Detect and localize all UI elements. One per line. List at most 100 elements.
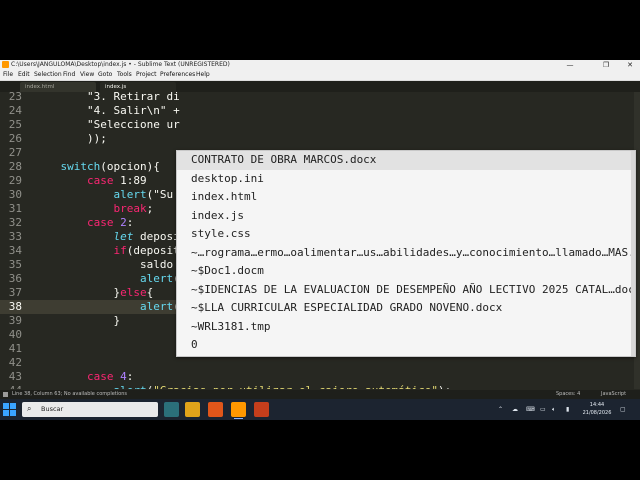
cloud-icon[interactable]: ☁ bbox=[512, 399, 518, 420]
close-button[interactable]: ✕ bbox=[620, 60, 640, 70]
code-text: } bbox=[34, 314, 120, 328]
line-number: 29 bbox=[8, 174, 22, 187]
screen: C:\Users\JANGULOMA\Desktop\index.js • - … bbox=[0, 60, 640, 420]
completion-item[interactable]: index.js bbox=[177, 207, 635, 226]
code-token: } bbox=[34, 314, 121, 327]
code-text: break; bbox=[34, 202, 153, 216]
menu-file[interactable]: File bbox=[3, 70, 13, 80]
status-indentation[interactable]: Spaces: 4 bbox=[556, 390, 580, 399]
popup-scrollbar[interactable] bbox=[631, 151, 635, 356]
menu-bar: File Edit Selection Find View Goto Tools… bbox=[0, 70, 640, 81]
completion-item[interactable]: style.css bbox=[177, 225, 635, 244]
panel-toggle-icon[interactable] bbox=[3, 392, 8, 397]
tray-chevron-icon[interactable]: ⌃ bbox=[498, 399, 503, 420]
code-text: )); bbox=[34, 132, 107, 146]
menu-goto[interactable]: Goto bbox=[98, 70, 112, 80]
code-text: saldo bbox=[34, 258, 173, 272]
task-view-icon[interactable] bbox=[164, 402, 179, 417]
code-line[interactable]: 23 "3. Retirar di bbox=[0, 92, 640, 104]
code-token: : bbox=[126, 370, 134, 383]
code-text: case 1:89 bbox=[34, 174, 147, 188]
code-token: "Gracias por utilizar el cajero automáti… bbox=[153, 384, 438, 389]
code-text: let deposi bbox=[34, 230, 180, 244]
code-text: "Seleccione ur bbox=[34, 118, 180, 132]
code-line[interactable]: 42 bbox=[0, 356, 640, 370]
window-title: C:\Users\JANGULOMA\Desktop\index.js • - … bbox=[11, 61, 230, 68]
menu-edit[interactable]: Edit bbox=[18, 70, 30, 80]
code-token: break bbox=[113, 202, 147, 215]
search-icon: ⌕ bbox=[27, 404, 32, 413]
completion-item[interactable]: ~$LLA CURRICULAR ESPECIALIDAD GRADO NOVE… bbox=[177, 299, 635, 318]
menu-project[interactable]: Project bbox=[136, 70, 157, 80]
battery-icon[interactable]: ▮ bbox=[566, 399, 569, 420]
status-syntax[interactable]: JavaScript bbox=[601, 390, 626, 399]
code-token: 2 bbox=[120, 216, 127, 229]
autocomplete-popup[interactable]: 0 ~WRL3181.tmp ~$LLA CURRICULAR ESPECIALID… bbox=[176, 150, 636, 357]
completion-item[interactable]: 0 bbox=[177, 336, 635, 355]
code-text: }else{ bbox=[34, 286, 153, 300]
notifications-icon[interactable]: ▢ bbox=[620, 399, 626, 420]
tab-index-html[interactable]: index.html bbox=[20, 82, 96, 92]
code-token: case bbox=[86, 174, 114, 187]
code-token: } bbox=[34, 286, 121, 299]
windows-start-icon[interactable] bbox=[3, 403, 17, 416]
minimize-button[interactable]: — bbox=[560, 60, 580, 70]
code-line[interactable]: 25 "Seleccione ur bbox=[0, 118, 640, 132]
title-bar: C:\Users\JANGULOMA\Desktop\index.js • - … bbox=[0, 60, 640, 70]
completion-item[interactable]: ~…rograma…ermo…oalimentar…us…abilidades…… bbox=[177, 244, 635, 263]
completion-item[interactable]: ~WRL3181.tmp bbox=[177, 318, 635, 337]
code-line[interactable]: 24 "4. Salir\n" + bbox=[0, 104, 640, 118]
completion-item[interactable]: desktop.ini bbox=[177, 170, 635, 189]
network-icon[interactable]: ▭ bbox=[540, 399, 546, 420]
keyboard-icon[interactable]: ⌨ bbox=[526, 399, 535, 420]
sublime-text-icon[interactable] bbox=[231, 402, 246, 419]
completion-item[interactable]: ~$IDENCIAS DE LA EVALUACION DE DESEMPEÑO… bbox=[177, 281, 635, 300]
taskbar-search[interactable]: ⌕ Buscar bbox=[22, 402, 158, 417]
line-number: 44 bbox=[0, 384, 22, 389]
line-number: 27 bbox=[8, 146, 22, 159]
code-line[interactable]: 44 alert("Gracias por utilizar el cajero… bbox=[0, 384, 640, 389]
completion-item[interactable]: index.html bbox=[177, 188, 635, 207]
code-text: switch(opcion){ bbox=[34, 160, 159, 174]
powerpoint-icon[interactable] bbox=[254, 402, 269, 417]
completion-item[interactable]: ~$Doc1.docm bbox=[177, 262, 635, 281]
maximize-button[interactable]: ❐ bbox=[596, 60, 616, 70]
line-number: 32 bbox=[8, 216, 22, 229]
clock-time: 14:44 bbox=[589, 402, 605, 408]
menu-selection[interactable]: Selection bbox=[34, 70, 62, 80]
code-line[interactable]: 26 )); bbox=[0, 132, 640, 146]
clock-date: 21/08/2026 bbox=[582, 410, 612, 416]
code-token: ); bbox=[438, 384, 451, 389]
search-placeholder: Buscar bbox=[41, 405, 64, 413]
code-token: case bbox=[86, 216, 114, 229]
menu-preferences[interactable]: Preferences bbox=[160, 70, 195, 80]
line-number: 34 bbox=[8, 244, 22, 257]
menu-find[interactable]: Find bbox=[63, 70, 75, 80]
clock[interactable]: 14:44 21/08/2026 bbox=[582, 401, 612, 417]
firefox-icon[interactable] bbox=[208, 402, 223, 417]
completion-item[interactable]: CONTRATO DE OBRA MARCOS.docx bbox=[177, 151, 635, 170]
chrome-icon[interactable] bbox=[185, 402, 200, 417]
code-line[interactable]: 43 case 4: bbox=[0, 370, 640, 384]
line-number: 25 bbox=[8, 118, 22, 131]
code-token: switch bbox=[34, 160, 101, 173]
volume-icon[interactable]: 🔈︎ bbox=[552, 399, 556, 420]
status-position: Line 38, Column 63; No available complet… bbox=[12, 391, 127, 397]
menu-tools[interactable]: Tools bbox=[117, 70, 132, 80]
code-token: 4 bbox=[120, 370, 127, 383]
code-token: deposi bbox=[133, 230, 180, 243]
sublime-app-icon bbox=[2, 61, 9, 68]
line-number: 37 bbox=[8, 286, 22, 299]
line-number: 38 bbox=[8, 300, 22, 313]
windows-taskbar: ⌕ Buscar ⌃ ☁ ⌨ ▭ 🔈︎ ▮ 14:44 21/08/2026 ▢ bbox=[0, 399, 640, 420]
line-number: 36 bbox=[8, 272, 22, 285]
tab-index-js[interactable]: index.js bbox=[100, 82, 176, 92]
line-number: 43 bbox=[8, 370, 22, 383]
menu-view[interactable]: View bbox=[80, 70, 94, 80]
menu-help[interactable]: Help bbox=[196, 70, 210, 80]
